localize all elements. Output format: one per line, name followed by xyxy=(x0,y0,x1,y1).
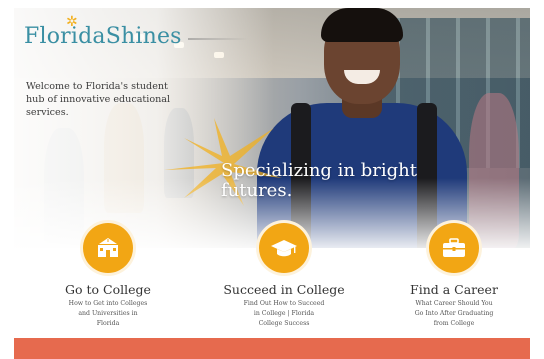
description-line: Find Out How to Succeed xyxy=(243,300,325,307)
student-hair xyxy=(321,8,403,42)
feature-go-to-college[interactable]: Go to College How to Get into Colleges a… xyxy=(38,220,178,329)
feature-title: Find a Career xyxy=(410,282,498,297)
succeed-in-college-circle[interactable] xyxy=(256,220,312,276)
footer-bar xyxy=(14,338,530,359)
logo-star-icon: ✲ xyxy=(66,14,78,30)
logo-divider xyxy=(188,38,248,40)
description-line: What Career Should You xyxy=(415,300,493,307)
tagline-line: futures. xyxy=(221,180,293,201)
floridashines-logo[interactable]: FloridaShines ✲ xyxy=(24,14,182,49)
welcome-text: Welcome to Florida's student hub of inno… xyxy=(26,81,171,118)
find-a-career-circle[interactable] xyxy=(426,220,482,276)
hero-tagline: Specializing in bright futures. xyxy=(221,161,451,201)
graduation-cap-icon xyxy=(271,240,297,257)
hero-banner: FloridaShines ✲ Welcome to Florida's stu… xyxy=(14,8,530,248)
feature-title: Succeed in College xyxy=(223,282,345,297)
briefcase-icon xyxy=(443,238,465,257)
page-frame: FloridaShines ✲ Welcome to Florida's stu… xyxy=(14,8,530,359)
logo-text: FloridaShines xyxy=(24,24,182,49)
feature-description: Find Out How to Succeed in College | Flo… xyxy=(214,299,354,329)
go-to-college-circle[interactable] xyxy=(80,220,136,276)
description-line: Florida xyxy=(96,320,120,327)
feature-description: How to Get into Colleges and Universitie… xyxy=(38,299,178,329)
description-line: Go Into After Graduating xyxy=(414,310,494,317)
feature-find-a-career[interactable]: Find a Career What Career Should You Go … xyxy=(384,220,524,329)
description-line: and Universities in xyxy=(78,310,138,317)
description-line: from College xyxy=(433,320,475,327)
description-line: in College | Florida xyxy=(253,310,315,317)
feature-succeed-in-college[interactable]: Succeed in College Find Out How to Succe… xyxy=(214,220,354,329)
description-line: College Success xyxy=(258,320,310,327)
description-line: How to Get into Colleges xyxy=(68,300,148,307)
school-building-icon xyxy=(98,238,118,257)
tagline-line: Specializing in bright xyxy=(221,160,417,181)
feature-description: What Career Should You Go Into After Gra… xyxy=(384,299,524,329)
feature-title: Go to College xyxy=(65,282,151,297)
